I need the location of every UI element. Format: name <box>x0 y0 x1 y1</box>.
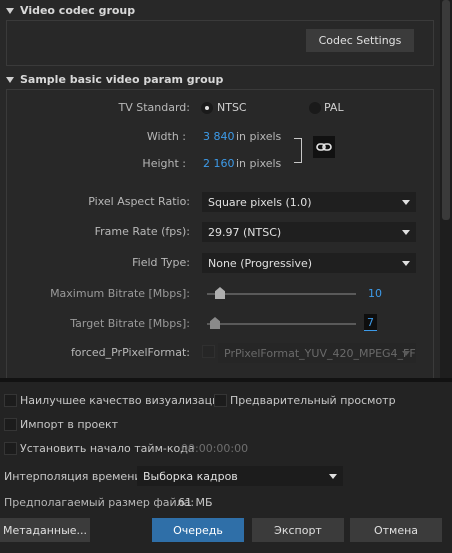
tv-standard-label: TV Standard: <box>118 101 191 114</box>
field-type-dropdown[interactable]: None (Progressive) <box>202 253 416 273</box>
cancel-button[interactable]: Отмена <box>350 518 442 542</box>
forced-format-label: forced_PrPixelFormat: <box>70 346 190 359</box>
set-timecode-label: Установить начало тайм-кода <box>20 442 195 455</box>
pal-label: PAL <box>324 101 344 114</box>
max-bitrate-label: Maximum Bitrate [Mbps]: <box>50 287 190 300</box>
radio-selected-dot <box>205 106 209 110</box>
import-project-checkbox[interactable] <box>4 418 17 431</box>
forced-format-value: PrPixelFormat_YUV_420_MPEG4_FF <box>224 346 416 360</box>
width-unit: in pixels <box>236 130 282 143</box>
frame-rate-dropdown[interactable]: 29.97 (NTSC) <box>202 222 416 242</box>
field-type-value: None (Progressive) <box>208 256 313 270</box>
chevron-down-icon <box>402 230 410 235</box>
chain-link-icon <box>316 143 332 151</box>
ntsc-label: NTSC <box>217 101 247 114</box>
target-bitrate-label: Target Bitrate [Mbps]: <box>70 317 190 330</box>
collapse-triangle-icon[interactable] <box>6 8 14 14</box>
frame-rate-value: 29.97 (NTSC) <box>208 225 282 239</box>
interpolation-label: Интерполяция времени: <box>4 470 146 483</box>
preview-label: Предварительный просмотр <box>230 394 396 407</box>
frame-rate-label: Frame Rate (fps): <box>94 225 190 238</box>
forced-format-dropdown[interactable]: PrPixelFormat_YUV_420_MPEG4_FF <box>218 343 416 363</box>
pixel-aspect-value: Square pixels (1.0) <box>208 195 312 209</box>
video-codec-group-title: Video codec group <box>20 4 136 17</box>
target-bitrate-value[interactable]: 7 <box>364 314 377 331</box>
best-quality-label: Наилучшее качество визуализации <box>20 394 227 407</box>
width-value[interactable]: 3 840 <box>203 130 235 143</box>
chevron-down-icon <box>402 200 410 205</box>
field-type-label: Field Type: <box>132 256 190 269</box>
export-button[interactable]: Экспорт <box>252 518 344 542</box>
width-label: Width : <box>146 130 186 143</box>
interpolation-value: Выборка кадров <box>143 469 238 483</box>
chevron-down-icon <box>402 351 410 356</box>
scrollbar-thumb[interactable] <box>442 0 450 220</box>
set-timecode-checkbox[interactable] <box>4 442 17 455</box>
dimension-link-bracket <box>294 138 302 163</box>
pal-radio[interactable] <box>309 102 321 114</box>
height-value[interactable]: 2 160 <box>203 157 235 170</box>
video-codec-group-header[interactable]: Video codec group <box>6 4 135 17</box>
pixel-aspect-dropdown[interactable]: Square pixels (1.0) <box>202 192 416 212</box>
timecode-value[interactable]: 00:00:00:00 <box>181 442 248 455</box>
interpolation-dropdown[interactable]: Выборка кадров <box>137 466 343 486</box>
codec-settings-button[interactable]: Codec Settings <box>306 29 414 52</box>
basic-group-header[interactable]: Sample basic video param group <box>6 73 223 86</box>
queue-button[interactable]: Очередь <box>152 518 244 542</box>
best-quality-checkbox[interactable] <box>4 394 17 407</box>
file-size-value: 61 МБ <box>178 496 213 509</box>
preview-checkbox[interactable] <box>214 394 227 407</box>
forced-format-checkbox[interactable] <box>202 345 215 358</box>
panel-divider[interactable] <box>0 378 452 382</box>
metadata-button[interactable]: Метаданные... <box>0 518 90 542</box>
target-bitrate-slider-track[interactable] <box>207 323 356 325</box>
chevron-down-icon <box>402 261 410 266</box>
import-project-label: Импорт в проект <box>20 418 119 431</box>
collapse-triangle-icon[interactable] <box>6 77 14 83</box>
max-bitrate-slider-track[interactable] <box>207 293 356 295</box>
ntsc-radio[interactable] <box>201 102 213 114</box>
settings-panel: Video codec group Codec Settings Sample … <box>0 0 440 378</box>
file-size-label: Предполагаемый размер файла: <box>4 496 195 509</box>
height-label: Height : <box>142 157 186 170</box>
chevron-down-icon <box>329 474 337 479</box>
max-bitrate-value[interactable]: 10 <box>368 287 382 300</box>
link-dimensions-button[interactable] <box>313 136 335 158</box>
pixel-aspect-label: Pixel Aspect Ratio: <box>88 195 190 208</box>
height-unit: in pixels <box>236 157 282 170</box>
basic-group-title: Sample basic video param group <box>20 73 224 86</box>
